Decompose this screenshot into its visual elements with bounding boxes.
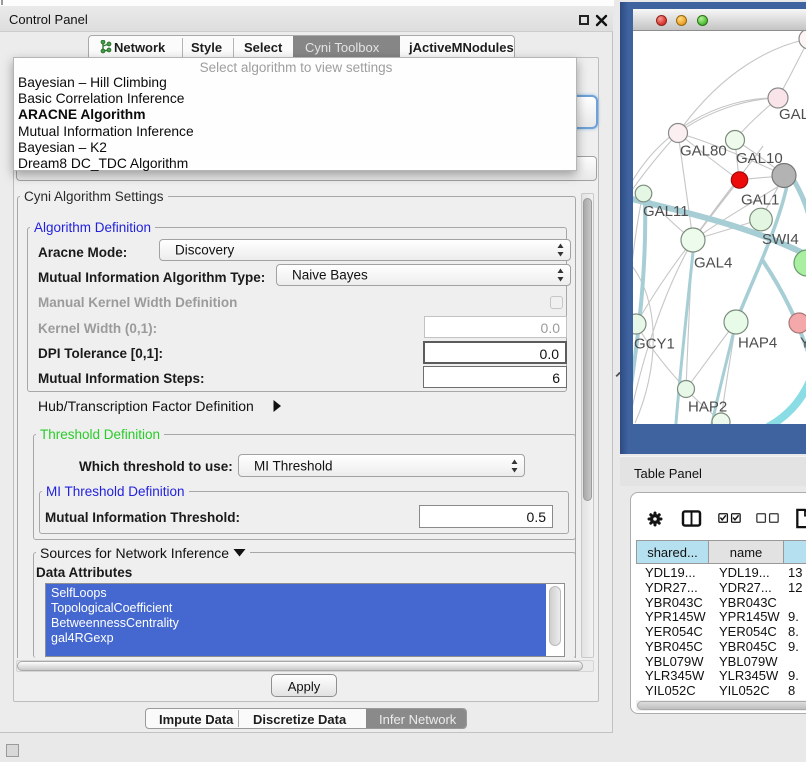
svg-text:HAP4: HAP4: [738, 335, 777, 352]
svg-text:GAL1: GAL1: [741, 192, 779, 209]
svg-text:GAL4: GAL4: [694, 255, 732, 272]
svg-text:GAL80: GAL80: [680, 143, 727, 160]
svg-text:GCY1: GCY1: [634, 336, 675, 353]
svg-text:GAL11: GAL11: [643, 203, 689, 220]
svg-text:GAL10: GAL10: [736, 150, 783, 167]
svg-text:GAL7: GAL7: [779, 106, 806, 123]
svg-text:HAP2: HAP2: [688, 399, 727, 416]
svg-text:YBR0: YBR0: [800, 335, 806, 352]
svg-text:SWI4: SWI4: [762, 231, 799, 248]
